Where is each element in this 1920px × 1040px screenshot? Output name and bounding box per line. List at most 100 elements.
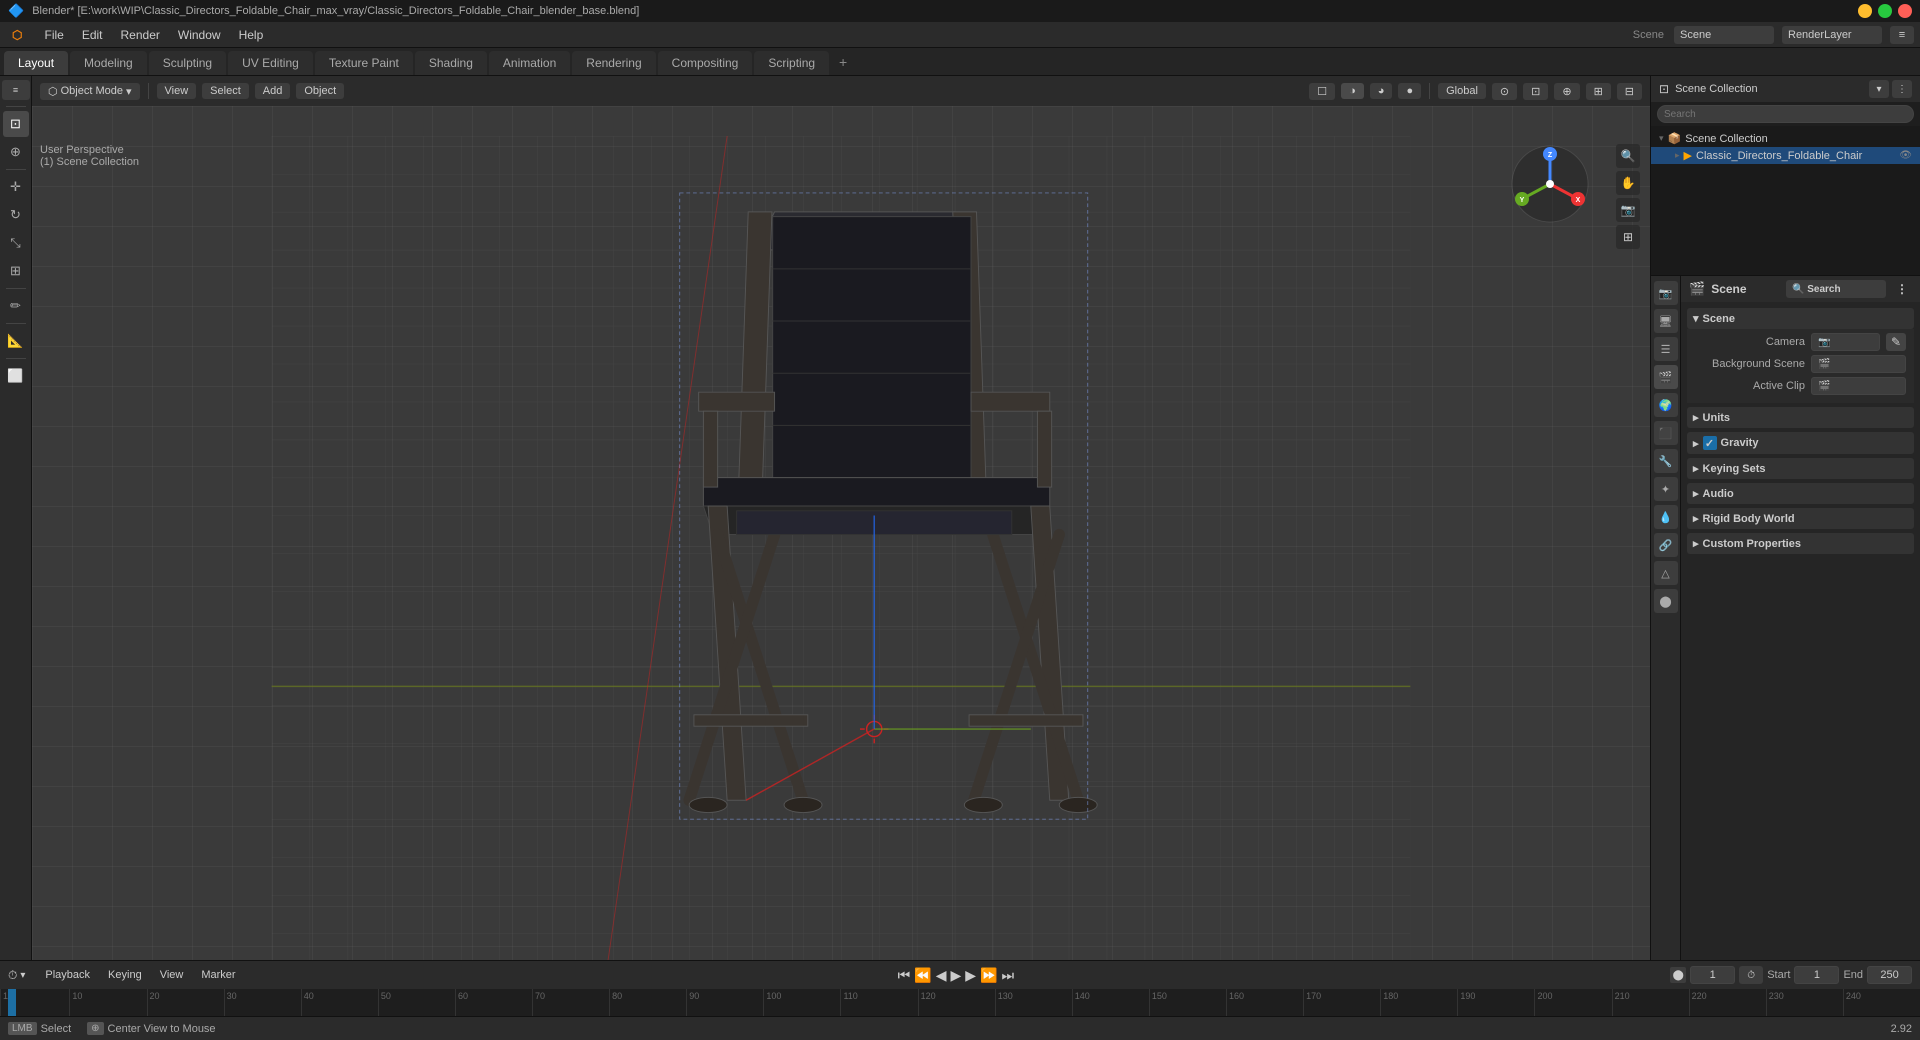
- prop-tab-data[interactable]: △: [1654, 561, 1678, 585]
- object-menu-btn[interactable]: Object: [296, 83, 344, 99]
- rigid-body-section-header[interactable]: ▸ Rigid Body World: [1687, 508, 1914, 529]
- add-menu-btn[interactable]: Add: [255, 83, 291, 99]
- hand-tool-btn[interactable]: ✋: [1616, 171, 1640, 195]
- next-keyframe-btn[interactable]: ▶: [965, 967, 976, 984]
- options-btn[interactable]: ≡: [1890, 26, 1914, 44]
- tool-annotate[interactable]: ✏: [3, 293, 29, 319]
- tool-cursor[interactable]: ⊕: [3, 139, 29, 165]
- keying-menu-btn[interactable]: Keying: [102, 967, 148, 983]
- outliner-search-input[interactable]: [1657, 105, 1914, 123]
- bg-scene-selector[interactable]: 🎬: [1811, 355, 1906, 373]
- prev-frame-btn[interactable]: ⏪: [914, 967, 931, 984]
- prop-tab-render[interactable]: 📷: [1654, 281, 1678, 305]
- outliner-item-scene-collection[interactable]: ▾ 📦 Scene Collection: [1651, 130, 1920, 147]
- prop-tab-object[interactable]: ⬛: [1654, 421, 1678, 445]
- blender-menu-logo[interactable]: ⬡: [4, 26, 30, 44]
- units-section-header[interactable]: ▸ Units: [1687, 407, 1914, 428]
- prop-tab-physics[interactable]: 💧: [1654, 505, 1678, 529]
- show-overlays-btn[interactable]: ⊟: [1617, 83, 1642, 100]
- outliner-item-chair[interactable]: ▸ ▶ Classic_Directors_Foldable_Chair 👁: [1651, 147, 1920, 164]
- menu-help[interactable]: Help: [231, 26, 272, 44]
- next-frame-btn[interactable]: ⏩: [980, 967, 997, 984]
- view-menu-btn-tl[interactable]: View: [154, 967, 190, 983]
- add-workspace-button[interactable]: +: [831, 49, 855, 75]
- jump-start-btn[interactable]: ⏮: [898, 967, 911, 984]
- tab-uv-editing[interactable]: UV Editing: [228, 51, 313, 75]
- camera-edit-btn[interactable]: ✎: [1886, 333, 1906, 351]
- gravity-checkbox[interactable]: ✓: [1703, 436, 1717, 450]
- viewport-shading-material[interactable]: ◕: [1370, 83, 1393, 99]
- menu-window[interactable]: Window: [170, 26, 229, 44]
- current-frame-input[interactable]: 1: [1690, 966, 1735, 984]
- tab-sculpting[interactable]: Sculpting: [149, 51, 226, 75]
- ortho-view-btn[interactable]: ⊞: [1616, 225, 1640, 249]
- tab-compositing[interactable]: Compositing: [658, 51, 753, 75]
- show-gizmos-btn[interactable]: ⊞: [1586, 83, 1611, 100]
- audio-section-header[interactable]: ▸ Audio: [1687, 483, 1914, 504]
- close-button[interactable]: [1898, 4, 1912, 18]
- tab-shading[interactable]: Shading: [415, 51, 487, 75]
- tool-move[interactable]: ✛: [3, 174, 29, 200]
- scene-section-header[interactable]: ▾ Scene: [1687, 308, 1914, 329]
- custom-props-header[interactable]: ▸ Custom Properties: [1687, 533, 1914, 554]
- keying-sets-header[interactable]: ▸ Keying Sets: [1687, 458, 1914, 479]
- renderlayer-selector[interactable]: RenderLayer: [1782, 26, 1882, 44]
- prop-search-input[interactable]: 🔍 Search: [1786, 280, 1886, 298]
- tab-texture-paint[interactable]: Texture Paint: [315, 51, 413, 75]
- playback-menu-btn[interactable]: Playback: [39, 967, 96, 983]
- camera-selector[interactable]: 📷: [1811, 333, 1880, 351]
- timeline-track[interactable]: 1102030405060708090100110120130140150160…: [0, 989, 1920, 1016]
- menu-file[interactable]: File: [36, 26, 71, 44]
- prop-tab-world[interactable]: 🌍: [1654, 393, 1678, 417]
- gravity-section-header[interactable]: ▸ ✓ Gravity: [1687, 432, 1914, 454]
- tab-layout[interactable]: Layout: [4, 51, 68, 75]
- viewport-shading-rendered[interactable]: ●: [1398, 83, 1421, 99]
- tool-scale[interactable]: ⤡: [3, 230, 29, 256]
- camera-view-btn[interactable]: 📷: [1616, 198, 1640, 222]
- prop-tab-material[interactable]: ⬤: [1654, 589, 1678, 613]
- start-frame-input[interactable]: 1: [1794, 966, 1839, 984]
- snap-btn[interactable]: ⊡: [1523, 83, 1548, 100]
- minimize-button[interactable]: [1858, 4, 1872, 18]
- tab-rendering[interactable]: Rendering: [572, 51, 655, 75]
- prop-tab-particles[interactable]: ✦: [1654, 477, 1678, 501]
- scene-selector[interactable]: Scene: [1674, 26, 1774, 44]
- tool-measure[interactable]: 📐: [3, 328, 29, 354]
- timeline-dropdown-arrow[interactable]: ▾: [20, 970, 25, 981]
- tool-add-cube[interactable]: ⬜: [3, 363, 29, 389]
- outliner-filter-btn[interactable]: ▾: [1869, 80, 1889, 98]
- prop-tab-constraints[interactable]: 🔗: [1654, 533, 1678, 557]
- viewport-gizmo[interactable]: Z X Y: [1510, 144, 1590, 224]
- prop-tab-modifier[interactable]: 🔧: [1654, 449, 1678, 473]
- prop-tab-scene[interactable]: 🎬: [1654, 365, 1678, 389]
- tab-animation[interactable]: Animation: [489, 51, 570, 75]
- viewport-shading-solid[interactable]: ◑: [1341, 83, 1364, 99]
- tool-select-box[interactable]: ⊡: [3, 111, 29, 137]
- search-viewport-btn[interactable]: 🔍: [1616, 144, 1640, 168]
- prop-tab-viewlayer[interactable]: ☰: [1654, 337, 1678, 361]
- global-local-toggle[interactable]: Global: [1438, 83, 1486, 99]
- maximize-button[interactable]: [1878, 4, 1892, 18]
- select-menu-btn[interactable]: Select: [202, 83, 249, 99]
- outliner-opts-btn[interactable]: ⋮: [1892, 80, 1912, 98]
- mode-selector[interactable]: ≡: [2, 80, 30, 100]
- menu-render[interactable]: Render: [113, 26, 168, 44]
- transform-origin-btn[interactable]: ⊙: [1492, 83, 1517, 100]
- tab-modeling[interactable]: Modeling: [70, 51, 147, 75]
- active-clip-selector[interactable]: 🎬: [1811, 377, 1906, 395]
- marker-menu-btn[interactable]: Marker: [195, 967, 241, 983]
- prev-keyframe-btn[interactable]: ◀: [936, 967, 947, 984]
- tool-rotate[interactable]: ↻: [3, 202, 29, 228]
- end-frame-input[interactable]: 250: [1867, 966, 1912, 984]
- prop-tab-output[interactable]: 🖥: [1654, 309, 1678, 333]
- prop-toggle-btn[interactable]: ⋮: [1892, 280, 1912, 298]
- viewport-shading-wire[interactable]: ☐: [1309, 83, 1335, 100]
- object-mode-selector[interactable]: ⬡ Object Mode ▾: [40, 83, 140, 100]
- jump-end-btn[interactable]: ⏭: [1002, 967, 1015, 984]
- menu-edit[interactable]: Edit: [74, 26, 111, 44]
- visibility-icon[interactable]: 👁: [1899, 150, 1912, 161]
- tool-transform[interactable]: ⊞: [3, 258, 29, 284]
- proportional-btn[interactable]: ⊕: [1554, 83, 1579, 100]
- frame-clock-btn[interactable]: ⏱: [1739, 966, 1763, 984]
- tab-scripting[interactable]: Scripting: [754, 51, 829, 75]
